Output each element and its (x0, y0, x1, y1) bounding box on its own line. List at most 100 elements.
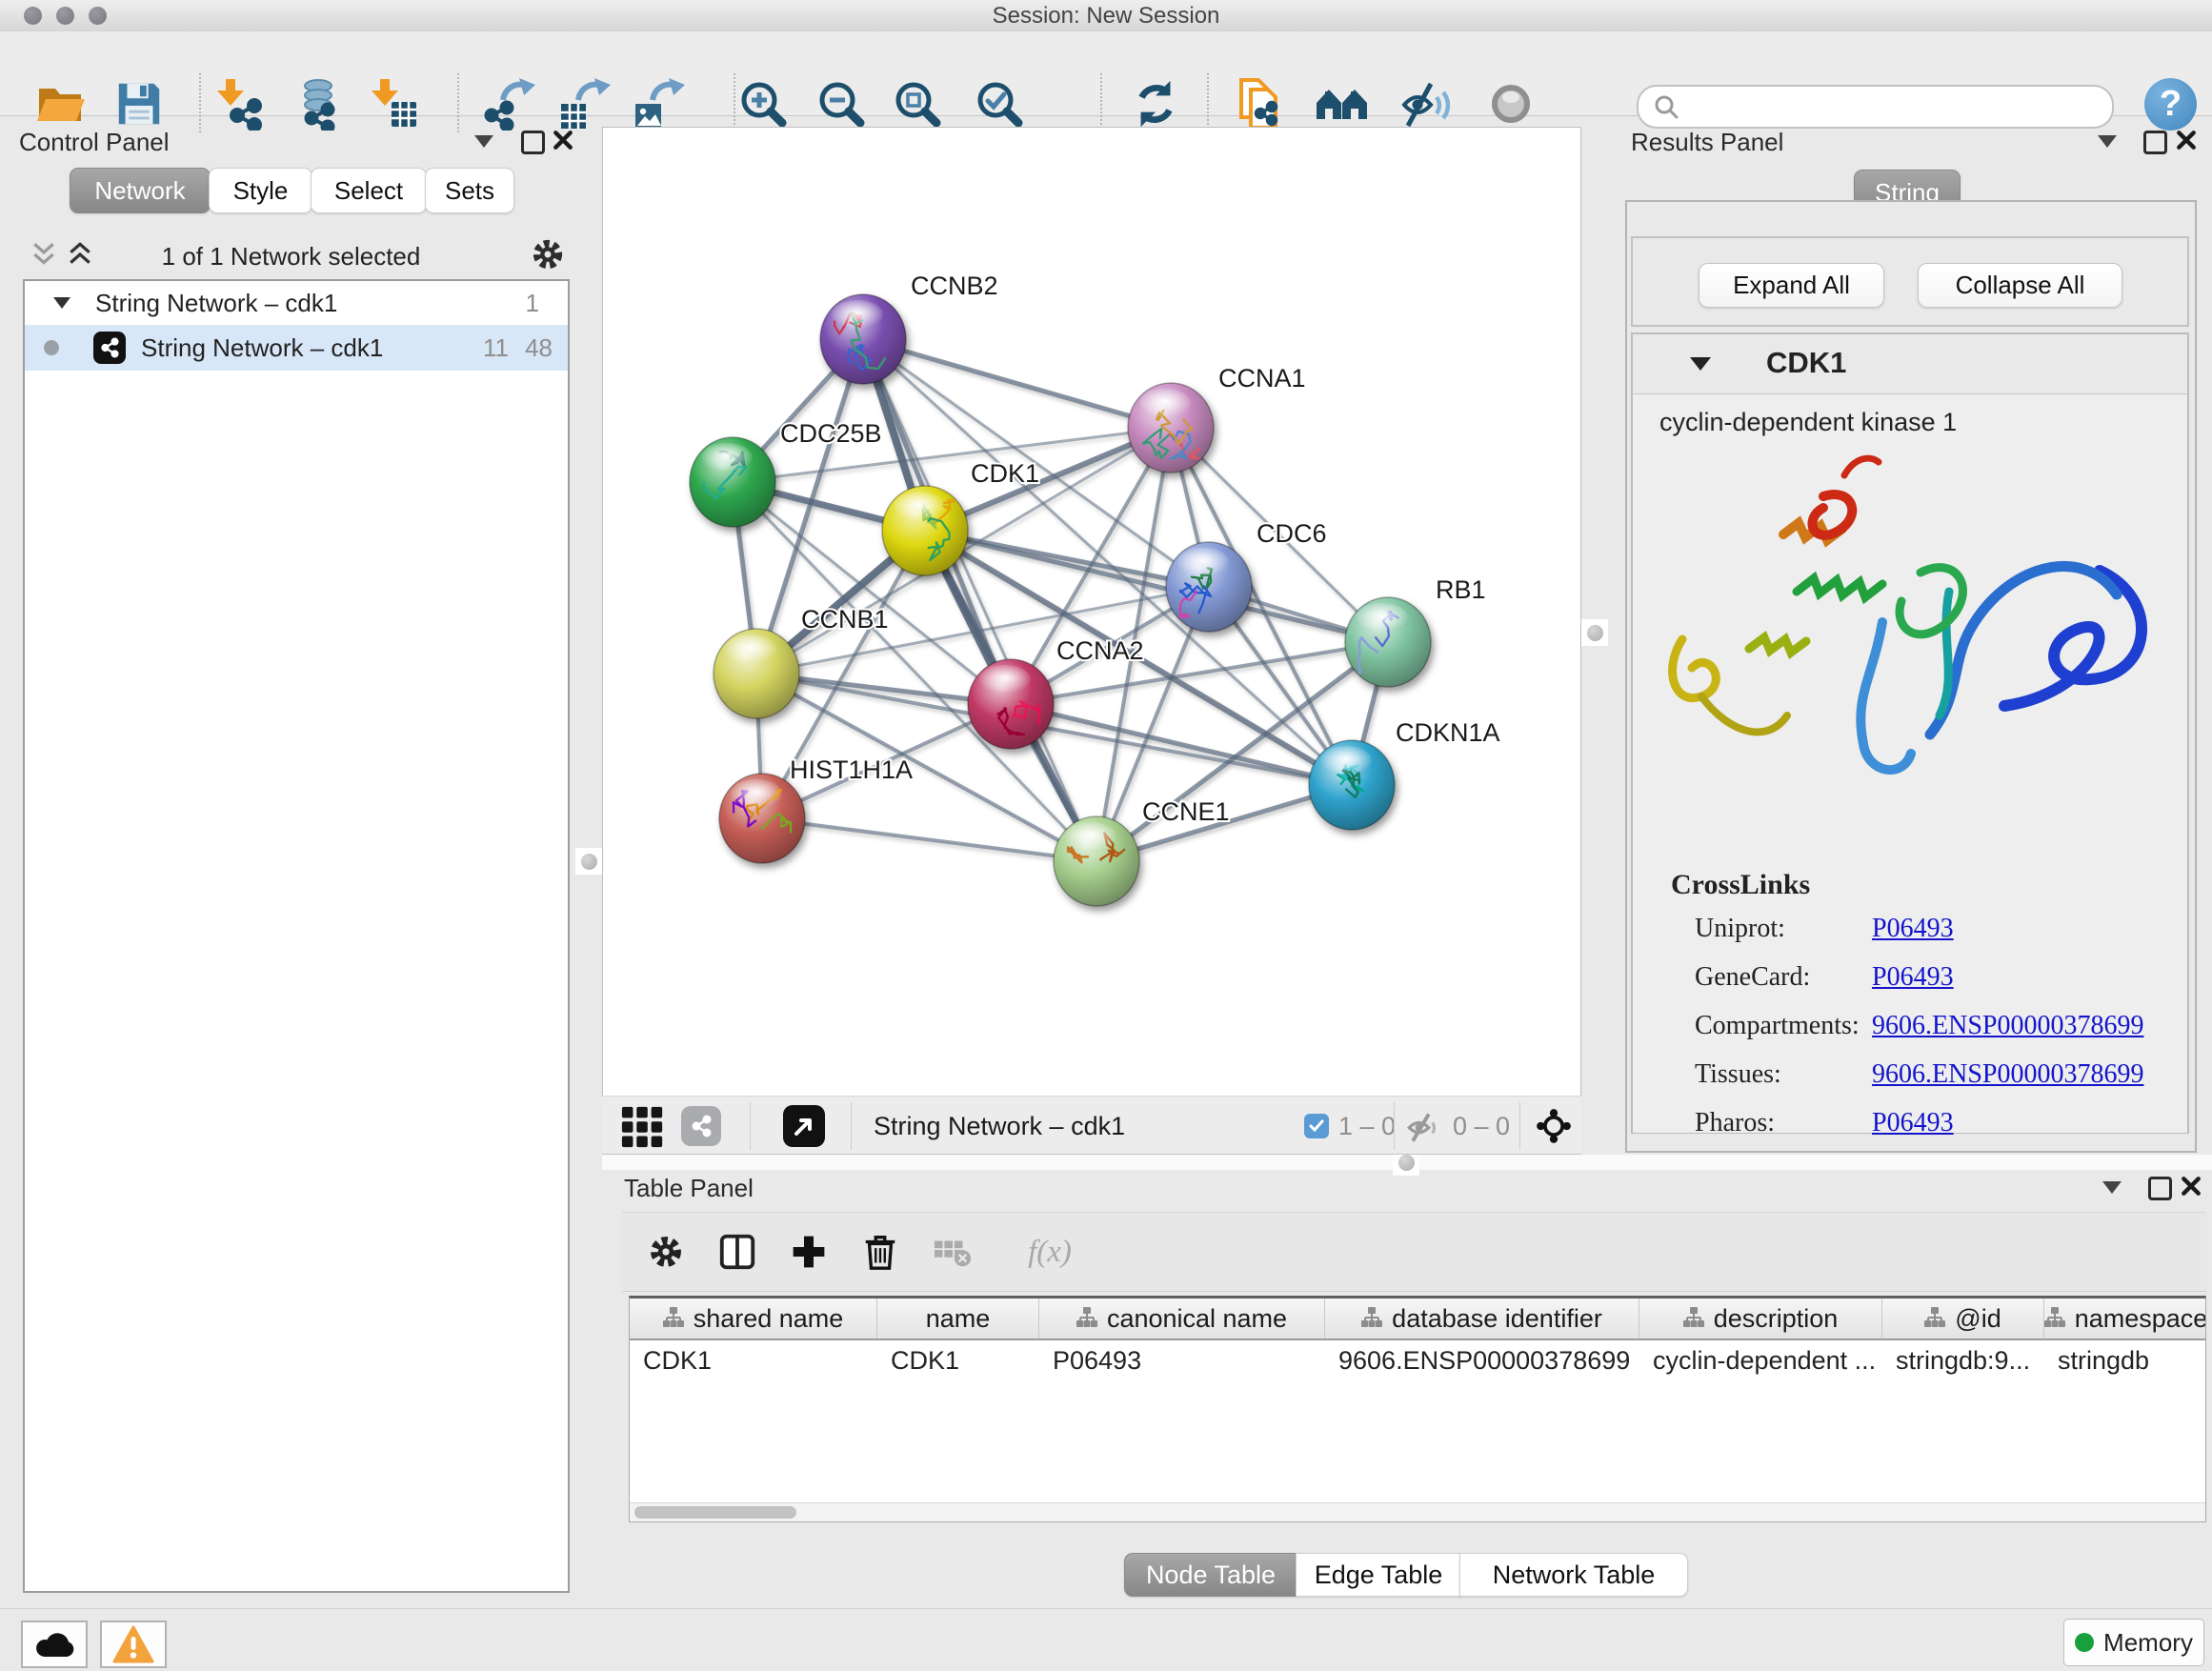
network-row-selected[interactable]: String Network – cdk1 11 48 (25, 325, 568, 371)
zoom-in-button[interactable] (735, 76, 791, 131)
help-glyph: ? (2160, 84, 2182, 125)
selected-checkbox[interactable] (1304, 1114, 1329, 1138)
tab-network[interactable]: Network (70, 168, 211, 213)
network-options-gear-icon[interactable] (530, 236, 566, 272)
control-panel-collapse-icon[interactable] (474, 135, 493, 148)
column-header-shared-name[interactable]: shared name (630, 1299, 877, 1339)
node-label-CDKN1A: CDKN1A (1396, 718, 1500, 747)
birdseye-view-button[interactable] (783, 1105, 825, 1147)
tab-node-table[interactable]: Node Table (1124, 1553, 1297, 1597)
show-column-button[interactable] (715, 1230, 759, 1274)
crosslink-row: Uniprot:P06493 (1633, 914, 2187, 962)
protein-structure-image (1642, 447, 2176, 814)
table-cell[interactable]: P06493 (1039, 1340, 1325, 1380)
node-CDC6[interactable] (1166, 542, 1252, 632)
edge-CCNB2-CCNA1[interactable] (863, 339, 1171, 428)
results-panel-close-icon[interactable] (2176, 130, 2197, 151)
hscrollbar-thumb[interactable] (634, 1506, 796, 1519)
node-table: shared namenamecanonical namedatabase id… (629, 1296, 2206, 1522)
collection-expander-icon[interactable] (53, 297, 70, 309)
warnings-button[interactable] (100, 1621, 167, 1668)
control-panel-float-icon[interactable] (521, 131, 545, 154)
expand-all-button[interactable]: Expand All (1699, 263, 1884, 308)
network-view-canvas[interactable]: CCNB2CCNA1CDC25BCDK1CDC6RB1CCNB1CCNA2CDK… (602, 127, 1581, 1096)
crosslink-link[interactable]: 9606.ENSP00000378699 (1872, 1011, 2143, 1041)
table-cell[interactable]: 9606.ENSP00000378699 (1325, 1340, 1639, 1380)
node-CCNB1[interactable] (714, 629, 799, 718)
tab-sets[interactable]: Sets (425, 168, 514, 213)
column-header-description[interactable]: description (1639, 1299, 1882, 1339)
column-header-database-identifier[interactable]: database identifier (1325, 1299, 1639, 1339)
column-header-canonical-name[interactable]: canonical name (1039, 1299, 1325, 1339)
network-share-view-button[interactable] (681, 1106, 721, 1146)
left-splitter-handle[interactable] (575, 848, 602, 875)
table-row[interactable]: CDK1CDK1P064939606.ENSP00000378699cyclin… (630, 1340, 2205, 1380)
apply-layout-button[interactable] (1128, 76, 1183, 131)
crosslink-link[interactable]: P06493 (1872, 962, 1954, 993)
table-cell[interactable]: CDK1 (877, 1340, 1039, 1380)
gear-icon (647, 1233, 685, 1271)
node-CDKN1A[interactable] (1309, 740, 1395, 830)
column-header-label: description (1714, 1304, 1839, 1334)
zoom-fit-button[interactable] (890, 76, 945, 131)
export-image-button[interactable] (631, 76, 686, 131)
hierarchy-icon (1361, 1304, 1382, 1334)
node-CCNB2[interactable] (820, 294, 906, 384)
table-options-button[interactable] (644, 1230, 688, 1274)
table-hscrollbar[interactable] (630, 1502, 2205, 1521)
table-panel-collapse-icon[interactable] (2102, 1181, 2122, 1194)
results-panel: Results Panel String Expand All Collapse… (1619, 124, 2212, 1155)
column-header-namespace[interactable]: namespace (2044, 1299, 2206, 1339)
grid-view-icon[interactable] (620, 1103, 666, 1149)
table-panel-close-icon[interactable] (2181, 1176, 2202, 1197)
home-button[interactable] (1315, 76, 1370, 131)
table-cell[interactable]: stringdb:9... (1882, 1340, 2044, 1380)
memory-button[interactable]: Memory (2063, 1619, 2204, 1666)
help-button[interactable]: ? (2144, 78, 2197, 131)
tab-style[interactable]: Style (209, 168, 312, 213)
node-CCNE1[interactable] (1054, 816, 1139, 906)
table-cell[interactable]: CDK1 (630, 1340, 877, 1380)
table-cell[interactable]: stringdb (2044, 1340, 2206, 1380)
tab-edge-table[interactable]: Edge Table (1296, 1553, 1461, 1597)
node-CDK1[interactable] (882, 486, 968, 575)
crosslink-link[interactable]: P06493 (1872, 914, 1954, 944)
gene-expander-icon[interactable] (1690, 357, 1711, 371)
fit-selected-crosshair-icon[interactable] (1536, 1108, 1572, 1144)
zoom-out-button[interactable] (814, 76, 869, 131)
node-HIST1H1A[interactable] (719, 774, 805, 863)
collapse-all-button[interactable]: Collapse All (1918, 263, 2122, 308)
column-header--id[interactable]: @id (1882, 1299, 2044, 1339)
table-body: CDK1CDK1P064939606.ENSP00000378699cyclin… (630, 1340, 2205, 1380)
control-panel-close-icon[interactable] (553, 130, 573, 151)
trash-icon (860, 1232, 900, 1272)
gene-result-box: CDK1 cyclin-dependent kinase 1 (1631, 332, 2189, 1134)
results-panel-collapse-icon[interactable] (2098, 135, 2117, 148)
string-import-button[interactable] (1233, 76, 1288, 131)
cloud-status-button[interactable] (21, 1621, 88, 1668)
node-CCNA1[interactable] (1128, 383, 1214, 473)
table-header-row: shared namenamecanonical namedatabase id… (630, 1299, 2205, 1340)
create-column-button[interactable] (787, 1230, 831, 1274)
crosslink-row: Pharos:P06493 (1633, 1108, 2187, 1157)
show-graphics-button[interactable] (1483, 76, 1538, 131)
hide-selected-button[interactable] (1398, 76, 1454, 131)
node-RB1[interactable] (1345, 597, 1431, 687)
hierarchy-icon (1683, 1304, 1704, 1334)
column-header-name[interactable]: name (877, 1299, 1039, 1339)
tab-select[interactable]: Select (311, 168, 427, 213)
delete-column-button[interactable] (858, 1230, 902, 1274)
search-input[interactable] (1688, 92, 2112, 121)
results-panel-float-icon[interactable] (2143, 131, 2167, 154)
edge-HIST1H1A-CCNE1[interactable] (762, 818, 1096, 861)
zoom-selected-button[interactable] (972, 76, 1027, 131)
node-CCNA2[interactable] (968, 659, 1054, 749)
network-collection-row[interactable]: String Network – cdk1 1 (25, 281, 568, 325)
tab-network-table[interactable]: Network Table (1459, 1553, 1688, 1597)
table-cell[interactable]: cyclin-dependent ... (1639, 1340, 1882, 1380)
crosslink-link[interactable]: 9606.ENSP00000378699 (1872, 1059, 2143, 1090)
node-CDC25B[interactable] (690, 437, 775, 527)
table-panel-float-icon[interactable] (2148, 1177, 2172, 1200)
right-splitter-handle[interactable] (1581, 619, 1608, 646)
crosslink-link[interactable]: P06493 (1872, 1108, 1954, 1138)
